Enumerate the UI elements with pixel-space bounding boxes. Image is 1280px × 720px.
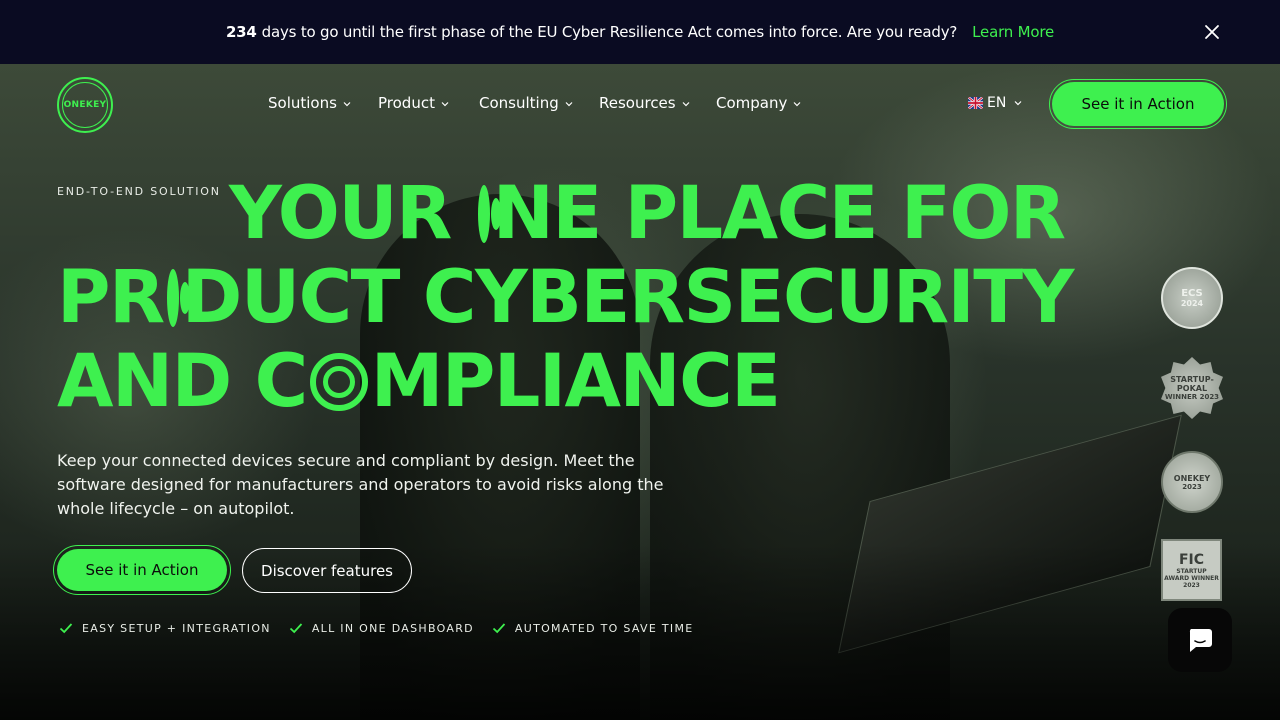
main-nav: ONEKEY Solutions Product Consulting Reso… [0, 64, 1280, 144]
headline-line-1: YOUR NE PLACE FOR [57, 171, 1066, 256]
cta-label: See it in Action [57, 549, 227, 591]
feature-item: ALL IN ONE DASHBOARD [289, 621, 474, 635]
headline-line-2: PR DUCT CYBERSECURITY [57, 255, 1074, 340]
nav-menu: Solutions Product Consulting Resources C… [268, 94, 801, 112]
see-it-in-action-nav-button[interactable]: See it in Action [1049, 79, 1227, 129]
feature-label: ALL IN ONE DASHBOARD [311, 621, 474, 635]
nav-item-label: Resources [599, 94, 676, 112]
feature-item: EASY SETUP + INTEGRATION [59, 621, 271, 635]
o-ring-icon [166, 269, 190, 327]
headline-line-3: AND C MPLIANCE [57, 340, 1057, 424]
headline-text: YOUR [229, 171, 475, 256]
nav-item-label: Solutions [268, 94, 337, 112]
feature-label: AUTOMATED TO SAVE TIME [514, 621, 694, 635]
chevron-down-icon [682, 102, 690, 107]
learn-more-link[interactable]: Learn More [972, 23, 1054, 41]
checkmark-icon [492, 623, 506, 634]
badge-subtitle: 2024 [1180, 299, 1204, 308]
hero-subtext: Keep your connected devices secure and c… [57, 451, 664, 518]
badge-subtitle: STARTUP AWARD WINNER 2023 [1164, 567, 1219, 589]
feature-list: EASY SETUP + INTEGRATION ALL IN ONE DASH… [59, 621, 712, 635]
feature-item: AUTOMATED TO SAVE TIME [492, 621, 694, 635]
chat-icon [1189, 629, 1212, 652]
badge-title: STARTUP-POKAL [1170, 375, 1214, 393]
see-it-in-action-button[interactable]: See it in Action [53, 545, 231, 595]
award-badge-ecs: ECS 2024 [1161, 267, 1223, 329]
award-badge-onekey: ONEKEY 2023 [1161, 451, 1223, 513]
uk-flag-icon [968, 97, 983, 109]
nav-item-product[interactable]: Product [378, 94, 479, 112]
countdown-days: 234 [225, 23, 257, 41]
onekey-logo[interactable]: ONEKEY [57, 77, 113, 133]
chevron-down-icon [793, 102, 801, 107]
headline-text: AND C [57, 339, 308, 424]
badge-subtitle: 2023 [1182, 482, 1202, 491]
language-label: EN [987, 95, 1007, 111]
o-ring-icon [309, 353, 368, 411]
nav-item-label: Product [378, 94, 435, 112]
close-icon[interactable] [1202, 22, 1222, 42]
headline-text: NE PLACE FOR [492, 171, 1066, 256]
checkmark-icon [289, 623, 302, 634]
chevron-down-icon [1014, 101, 1022, 106]
o-ring-icon [477, 185, 501, 243]
hero-headline: YOUR NE PLACE FOR PR DUCT CYBERSECURITY … [57, 171, 1074, 424]
award-badge-fic: FIC STARTUP AWARD WINNER 2023 [1161, 539, 1222, 601]
badge-title: FIC [1178, 551, 1205, 568]
chevron-down-icon [565, 102, 573, 107]
nav-item-label: Consulting [479, 94, 559, 112]
badge-title: ECS [1181, 288, 1203, 299]
feature-label: EASY SETUP + INTEGRATION [82, 621, 271, 635]
chevron-down-icon [343, 102, 351, 107]
nav-cta-label: See it in Action [1052, 82, 1224, 126]
nav-item-resources[interactable]: Resources [599, 94, 716, 112]
nav-item-company[interactable]: Company [716, 94, 801, 112]
badge-subtitle: WINNER 2023 [1164, 393, 1220, 401]
language-selector[interactable]: EN [968, 95, 1022, 111]
badge-title: ONEKEY [1173, 473, 1211, 483]
announcement-message: days to go until the first phase of the … [261, 23, 958, 41]
logo-text: ONEKEY [63, 100, 107, 110]
discover-features-button[interactable]: Discover features [242, 548, 412, 593]
nav-item-solutions[interactable]: Solutions [268, 94, 378, 112]
nav-item-consulting[interactable]: Consulting [479, 94, 599, 112]
headline-text: MPLIANCE [370, 339, 781, 424]
nav-item-label: Company [716, 94, 788, 112]
chat-widget-button[interactable] [1168, 608, 1232, 672]
checkmark-icon [59, 623, 73, 634]
headline-text: PR [57, 255, 165, 340]
headline-text: DUCT CYBERSECURITY [181, 255, 1075, 340]
chevron-down-icon [441, 102, 449, 107]
announcement-bar: 234 days to go until the first phase of … [0, 0, 1280, 64]
